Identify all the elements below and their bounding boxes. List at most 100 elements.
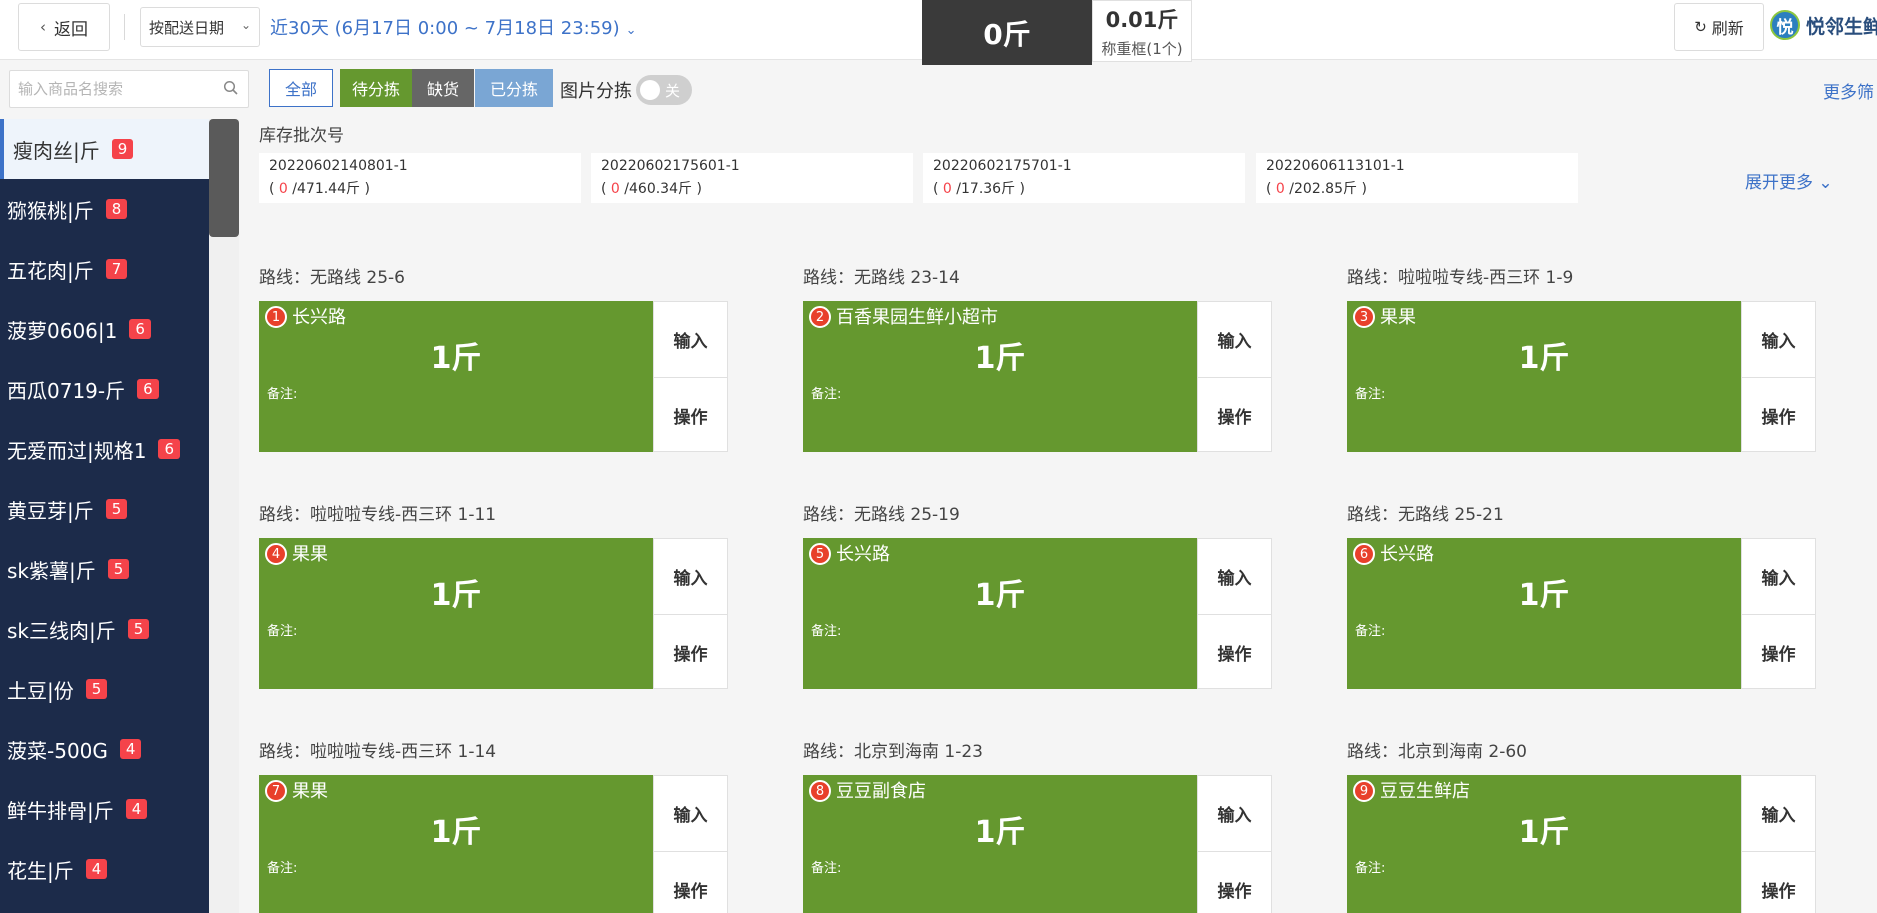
- more-filters-link[interactable]: 更多筛: [1823, 78, 1874, 103]
- sidebar-item[interactable]: sk紫薯|斤 5: [0, 539, 209, 599]
- scale-label: 称重框(1个): [1101, 40, 1183, 58]
- sidebar-item-label: 瘦肉丝|斤: [13, 138, 100, 163]
- sidebar-item-label: 鲜牛排骨|斤: [7, 798, 114, 823]
- note-label: 备注:: [1355, 624, 1386, 639]
- product-sidebar: 瘦肉丝|斤 9 猕猴桃|斤 8 五花肉|斤 7 菠萝0606|1 6 西瓜0719-斤 6…: [0, 119, 209, 913]
- sidebar-item[interactable]: 西瓜0719-斤 6: [0, 359, 209, 419]
- sidebar-item-label: 猕猴桃|斤: [7, 198, 94, 223]
- order-card-body[interactable]: 9 豆豆生鲜店 1斤 备注:: [1347, 775, 1741, 913]
- toggle-knob: [640, 80, 660, 100]
- batch-card[interactable]: 20220602175601-1 ( 0 /460.34斤 ): [591, 153, 913, 203]
- action-button[interactable]: 操作: [1742, 851, 1815, 913]
- sidebar-item[interactable]: 鲜牛排骨|斤 4: [0, 779, 209, 839]
- expand-more-link[interactable]: 展开更多 ⌄: [1745, 168, 1833, 193]
- order-number-badge: 5: [809, 543, 831, 565]
- batch-card[interactable]: 20220606113101-1 ( 0 /202.85斤 ): [1256, 153, 1578, 203]
- order-quantity: 1斤: [430, 341, 482, 376]
- sidebar-item-label: sk三线肉|斤: [7, 618, 116, 643]
- refresh-label: 刷新: [1711, 19, 1744, 38]
- input-button[interactable]: 输入: [654, 302, 727, 377]
- back-button[interactable]: ‹ 返回: [18, 3, 110, 51]
- sidebar-item[interactable]: 土豆|份 5: [0, 659, 209, 719]
- order-actions: 输入 操作: [653, 538, 728, 689]
- action-button[interactable]: 操作: [1198, 377, 1271, 452]
- batch-used: 0: [278, 181, 288, 197]
- batch-stock: ( 0 /202.85斤 ): [1266, 181, 1367, 197]
- sidebar-scrollbar-track[interactable]: [209, 119, 239, 913]
- input-button[interactable]: 输入: [1198, 302, 1271, 377]
- search-input[interactable]: [10, 71, 210, 107]
- input-button[interactable]: 输入: [1198, 776, 1271, 851]
- sidebar-item[interactable]: 菠菜-500G 4: [0, 719, 209, 779]
- tab-out-of-stock[interactable]: 缺货: [412, 69, 474, 107]
- order-card: 4 果果 1斤 备注: 输入 操作: [259, 538, 728, 689]
- action-button[interactable]: 操作: [654, 614, 727, 689]
- batch-stock: ( 0 /471.44斤 ): [269, 181, 370, 197]
- order-number-badge: 8: [809, 780, 831, 802]
- shop-name: 果果: [292, 781, 328, 802]
- brand-logo-icon: 悦: [1770, 10, 1800, 40]
- order-actions: 输入 操作: [653, 301, 728, 452]
- tab-sorted[interactable]: 已分拣: [475, 69, 553, 107]
- input-button[interactable]: 输入: [654, 539, 727, 614]
- order-card-body[interactable]: 6 长兴路 1斤 备注:: [1347, 538, 1741, 689]
- note-label: 备注:: [811, 861, 842, 876]
- date-type-select[interactable]: 按配送日期 ⌄: [140, 7, 260, 47]
- order-quantity: 1斤: [1518, 341, 1570, 376]
- sidebar-item[interactable]: sk三线肉|斤 5: [0, 599, 209, 659]
- action-button[interactable]: 操作: [1742, 614, 1815, 689]
- sidebar-item[interactable]: 猕猴桃|斤 8: [0, 179, 209, 239]
- order-quantity: 1斤: [1518, 578, 1570, 613]
- sidebar-item[interactable]: 无爱而过|规格1 6: [0, 419, 209, 479]
- order-number-badge: 4: [265, 543, 287, 565]
- action-button[interactable]: 操作: [1198, 851, 1271, 913]
- batch-stock: ( 0 /460.34斤 ): [601, 181, 702, 197]
- action-button[interactable]: 操作: [1198, 614, 1271, 689]
- route-label: 路线：啦啦啦专线-西三环 1-9: [1347, 268, 1574, 288]
- sidebar-item[interactable]: 黄豆芽|斤 5: [0, 479, 209, 539]
- input-button[interactable]: 输入: [654, 776, 727, 851]
- order-number-badge: 6: [1353, 543, 1375, 565]
- order-actions: 输入 操作: [1197, 775, 1272, 913]
- order-card-body[interactable]: 7 果果 1斤 备注:: [259, 775, 653, 913]
- note-label: 备注:: [811, 624, 842, 639]
- scale-box[interactable]: 0.01斤 称重框(1个): [1092, 0, 1192, 62]
- order-card-body[interactable]: 5 长兴路 1斤 备注:: [803, 538, 1197, 689]
- brand-name: 悦邻生鲜: [1806, 15, 1877, 38]
- action-button[interactable]: 操作: [654, 851, 727, 913]
- input-button[interactable]: 输入: [1742, 776, 1815, 851]
- toggle-text: 关: [665, 82, 681, 100]
- image-sort-label: 图片分拣: [560, 81, 632, 102]
- input-button[interactable]: 输入: [1742, 539, 1815, 614]
- batch-card[interactable]: 20220602140801-1 ( 0 /471.44斤 ): [259, 153, 581, 203]
- order-card-body[interactable]: 2 百香果园生鲜小超市 1斤 备注:: [803, 301, 1197, 452]
- batch-card[interactable]: 20220602175701-1 ( 0 /17.36斤 ): [923, 153, 1245, 203]
- order-number-badge: 9: [1353, 780, 1375, 802]
- input-button[interactable]: 输入: [1198, 539, 1271, 614]
- refresh-button[interactable]: ↻ 刷新: [1674, 3, 1764, 51]
- sidebar-item[interactable]: 五花肉|斤 7: [0, 239, 209, 299]
- sidebar-item[interactable]: 花生|斤 4: [0, 839, 209, 899]
- search-icon[interactable]: [223, 80, 239, 100]
- order-card-body[interactable]: 3 果果 1斤 备注:: [1347, 301, 1741, 452]
- sidebar-scrollbar-thumb[interactable]: [209, 119, 239, 237]
- sidebar-item[interactable]: 瘦肉丝|斤 9: [0, 119, 209, 179]
- tab-all[interactable]: 全部: [269, 69, 333, 107]
- order-card-body[interactable]: 8 豆豆副食店 1斤 备注:: [803, 775, 1197, 913]
- action-button[interactable]: 操作: [1742, 377, 1815, 452]
- route-label: 路线：无路线 25-6: [259, 268, 405, 288]
- order-card: 5 长兴路 1斤 备注: 输入 操作: [803, 538, 1272, 689]
- batch-id: 20220602140801-1: [269, 158, 408, 174]
- chevron-down-icon: ⌄: [1813, 173, 1833, 193]
- image-sort-toggle[interactable]: 关: [636, 75, 692, 105]
- batch-total: /471.44斤: [292, 181, 360, 197]
- date-range-picker[interactable]: 近30天 (6月17日 0:00 ~ 7月18日 23:59) ⌄: [270, 14, 637, 40]
- input-button[interactable]: 输入: [1742, 302, 1815, 377]
- sidebar-item[interactable]: 菠萝0606|1 6: [0, 299, 209, 359]
- tab-pending[interactable]: 待分拣: [340, 69, 412, 107]
- order-quantity: 1斤: [974, 578, 1026, 613]
- action-button[interactable]: 操作: [654, 377, 727, 452]
- order-card-body[interactable]: 1 长兴路 1斤 备注:: [259, 301, 653, 452]
- chevron-down-icon: ⌄: [625, 23, 637, 38]
- order-card-body[interactable]: 4 果果 1斤 备注:: [259, 538, 653, 689]
